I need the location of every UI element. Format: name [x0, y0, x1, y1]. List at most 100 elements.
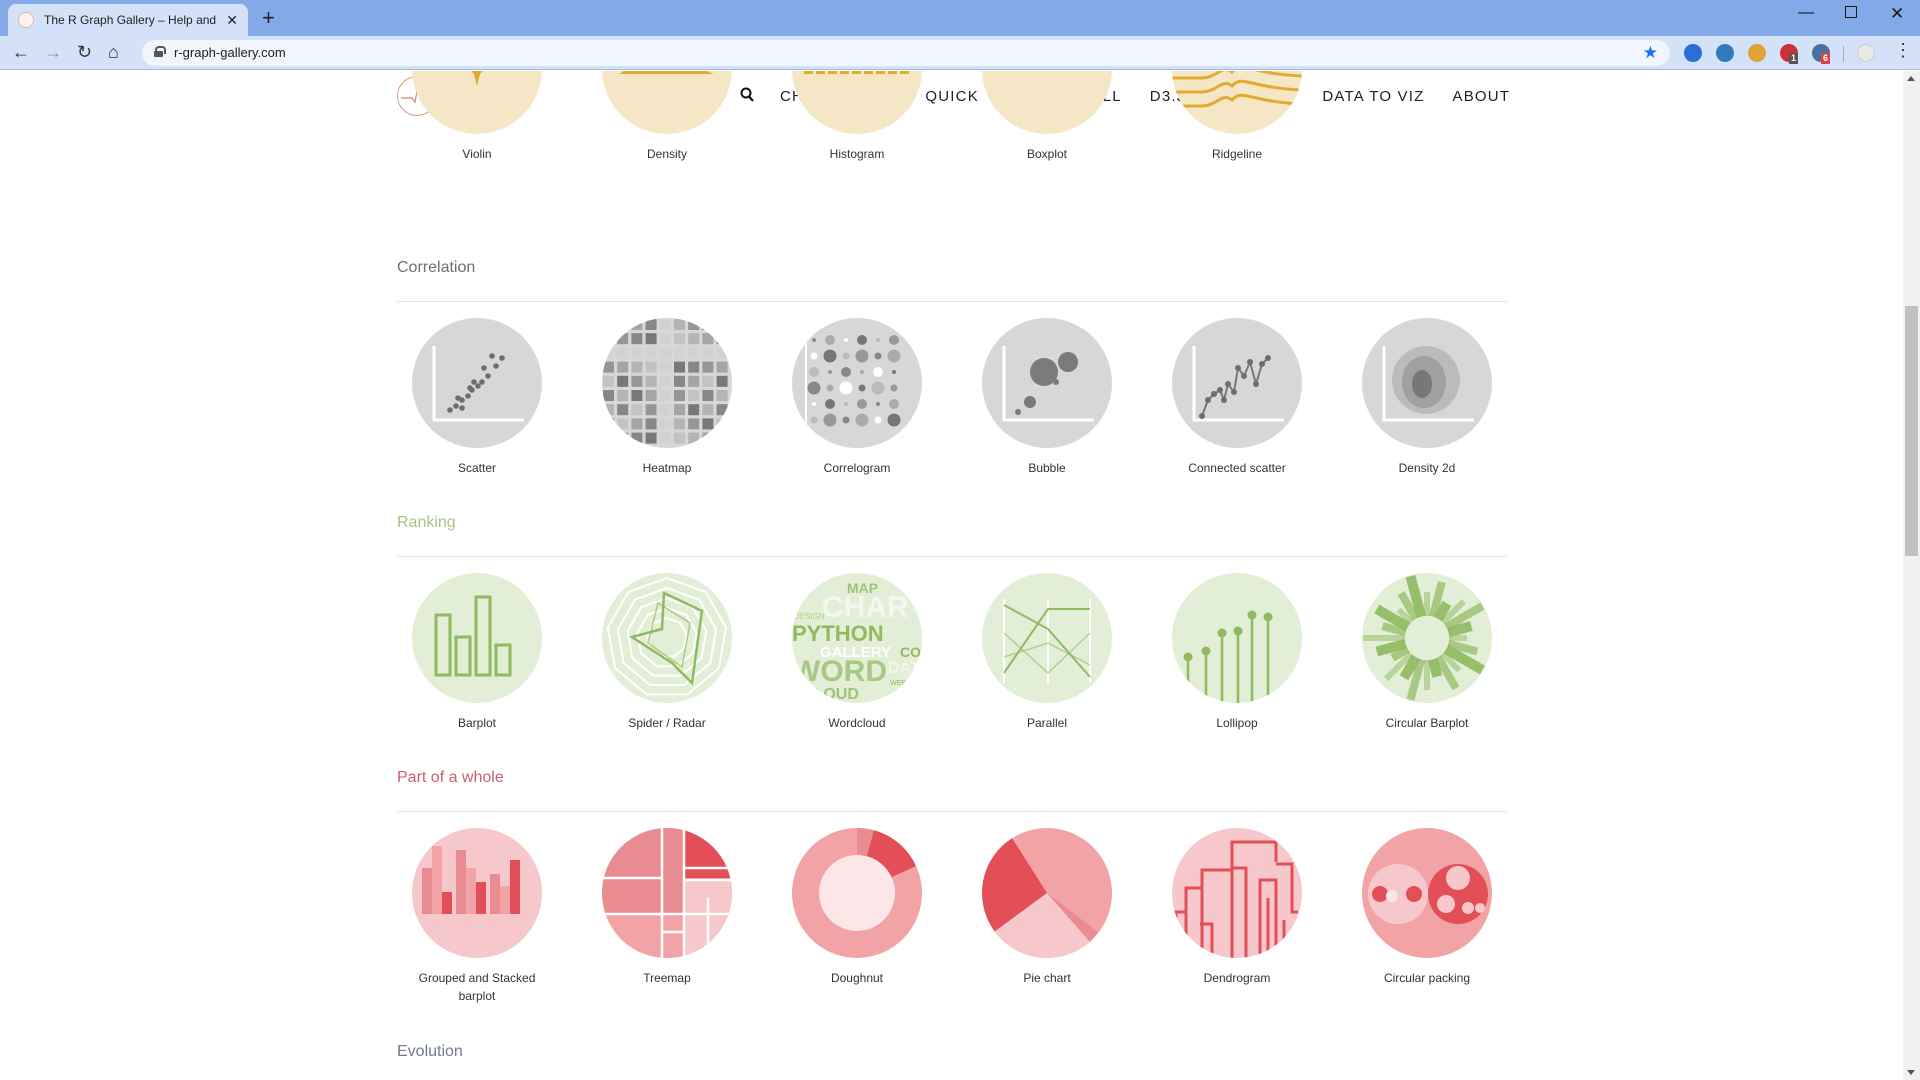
chart-type-label[interactable]: Violin [397, 145, 557, 163]
circular-barplot-icon[interactable] [1362, 573, 1492, 703]
forward-icon[interactable]: → [44, 42, 62, 63]
chart-type-label[interactable]: Doughnut [777, 969, 937, 987]
chart-type-label[interactable]: Lollipop [1157, 714, 1317, 732]
chart-type-label[interactable]: Treemap [587, 969, 747, 987]
ridgeline-icon[interactable] [1172, 71, 1302, 134]
chart-type-label[interactable]: Scatter [397, 459, 557, 477]
dendrogram-icon[interactable] [1172, 828, 1302, 958]
scroll-up-icon[interactable] [1907, 76, 1915, 81]
svg-text:WORD: WORD [792, 655, 887, 688]
close-tab-icon[interactable]: ✕ [226, 12, 238, 29]
wordcloud-icon[interactable]: MAPCHARDESIGNPYTHONGALLERYCOWORDDATAWEBC… [792, 573, 922, 703]
translate-extension-icon[interactable] [1684, 44, 1702, 62]
chart-type-label[interactable]: Density 2d [1347, 459, 1507, 477]
chart-type-card[interactable]: Lollipop [1157, 573, 1317, 732]
browser-toolbar: ← → ↻ ⌂ r-graph-gallery.com ★ 1 6 ⋮ [0, 36, 1920, 70]
nav-data-to-viz[interactable]: DATA TO VIZ [1322, 88, 1424, 105]
chart-type-label[interactable]: Bubble [967, 459, 1127, 477]
spider-radar-icon[interactable] [602, 573, 732, 703]
circular-packing-icon[interactable] [1362, 828, 1492, 958]
heatmap-icon[interactable] [602, 318, 732, 448]
chart-type-card[interactable]: Treemap [587, 828, 747, 987]
vimeo-extension-icon[interactable] [1716, 44, 1734, 62]
barplot-icon[interactable] [412, 573, 542, 703]
scatter-icon[interactable] [412, 318, 542, 448]
chart-type-card[interactable]: Heatmap [587, 318, 747, 477]
chart-type-card[interactable]: Boxplot [967, 71, 1127, 163]
reload-icon[interactable]: ↻ [77, 42, 92, 63]
scroll-down-icon[interactable] [1907, 1070, 1915, 1075]
chart-type-card[interactable]: Scatter [397, 318, 557, 477]
pencil-extension-icon[interactable] [1748, 44, 1766, 62]
chart-type-label[interactable]: Circular Barplot [1347, 714, 1507, 732]
section-title-correlation: Correlation [397, 259, 476, 276]
url-text[interactable]: r-graph-gallery.com [174, 45, 286, 60]
chart-type-card[interactable]: MAPCHARDESIGNPYTHONGALLERYCOWORDDATAWEBC… [777, 573, 937, 732]
browser-tab[interactable]: The R Graph Gallery – Help and inspirati… [8, 4, 248, 36]
lollipop-icon[interactable] [1172, 573, 1302, 703]
menu-kebab-icon[interactable]: ⋮ [1894, 40, 1912, 61]
chart-type-label[interactable]: Boxplot [967, 145, 1127, 163]
chart-type-label[interactable]: Ridgeline [1157, 145, 1317, 163]
chart-type-card[interactable]: Histogram [777, 71, 937, 163]
chart-type-label[interactable]: Wordcloud [777, 714, 937, 732]
parallel-icon[interactable] [982, 573, 1112, 703]
chart-type-label[interactable]: Circular packing [1347, 969, 1507, 987]
chart-type-label[interactable]: Spider / Radar [587, 714, 747, 732]
chart-type-card[interactable]: Correlogram [777, 318, 937, 477]
chart-type-card[interactable]: Density 2d [1347, 318, 1507, 477]
chart-type-label[interactable]: Barplot [397, 714, 557, 732]
bookmark-star-icon[interactable]: ★ [1643, 43, 1658, 63]
svg-text:PYTHON: PYTHON [792, 621, 884, 646]
grouped-and-stacked-barplot-icon[interactable] [412, 828, 542, 958]
minimize-icon[interactable]: — [1798, 4, 1814, 22]
chart-type-label[interactable]: Parallel [967, 714, 1127, 732]
violin-icon[interactable] [412, 71, 542, 134]
density-2d-icon[interactable] [1362, 318, 1492, 448]
address-bar[interactable]: r-graph-gallery.com ★ [142, 40, 1670, 66]
treemap-icon[interactable] [602, 828, 732, 958]
correlogram-icon[interactable] [792, 318, 922, 448]
apps-extension-icon[interactable]: 6 [1812, 44, 1831, 64]
chart-type-card[interactable]: Pie chart [967, 828, 1127, 987]
chart-type-label[interactable]: Pie chart [967, 969, 1127, 987]
histogram-icon[interactable] [792, 71, 922, 134]
chart-type-card[interactable]: Barplot [397, 573, 557, 732]
chart-type-card[interactable]: Connected scatter [1157, 318, 1317, 477]
chart-type-card[interactable]: Spider / Radar [587, 573, 747, 732]
chart-type-card[interactable]: Parallel [967, 573, 1127, 732]
chart-type-card[interactable]: Circular packing [1347, 828, 1507, 987]
chart-type-card[interactable]: Bubble [967, 318, 1127, 477]
bubble-icon[interactable] [982, 318, 1112, 448]
section-title-part-of-a-whole: Part of a whole [397, 769, 504, 786]
chart-type-label[interactable]: Connected scatter [1157, 459, 1317, 477]
chart-type-label[interactable]: Dendrogram [1157, 969, 1317, 987]
density-icon[interactable] [602, 71, 732, 134]
window-close-icon[interactable]: ✕ [1890, 4, 1904, 24]
adblock-extension-icon[interactable]: 1 [1780, 44, 1799, 64]
new-tab-button[interactable]: + [262, 6, 275, 30]
chart-type-label[interactable]: Grouped and Stacked barplot [417, 969, 537, 1005]
chart-type-label[interactable]: Density [587, 145, 747, 163]
chart-type-card[interactable]: Ridgeline [1157, 71, 1317, 163]
chart-type-label[interactable]: Histogram [777, 145, 937, 163]
restore-icon[interactable] [1845, 6, 1857, 18]
nav-about[interactable]: ABOUT [1452, 88, 1510, 105]
chart-type-card[interactable]: Violin [397, 71, 557, 163]
chart-type-card[interactable]: Dendrogram [1157, 828, 1317, 987]
chart-type-card[interactable]: Doughnut [777, 828, 937, 987]
doughnut-icon[interactable] [792, 828, 922, 958]
home-icon[interactable]: ⌂ [108, 42, 119, 63]
chart-type-label[interactable]: Correlogram [777, 459, 937, 477]
scroll-thumb[interactable] [1905, 305, 1918, 556]
pie-chart-icon[interactable] [982, 828, 1112, 958]
page-scrollbar[interactable] [1903, 71, 1920, 1080]
chart-type-card[interactable]: Grouped and Stacked barplot [397, 828, 557, 1005]
connected-scatter-icon[interactable] [1172, 318, 1302, 448]
chart-type-card[interactable]: Circular Barplot [1347, 573, 1507, 732]
profile-avatar[interactable] [1857, 44, 1875, 62]
boxplot-icon[interactable] [982, 71, 1112, 134]
chart-type-label[interactable]: Heatmap [587, 459, 747, 477]
back-icon[interactable]: ← [12, 42, 30, 63]
chart-type-card[interactable]: Density [587, 71, 747, 163]
